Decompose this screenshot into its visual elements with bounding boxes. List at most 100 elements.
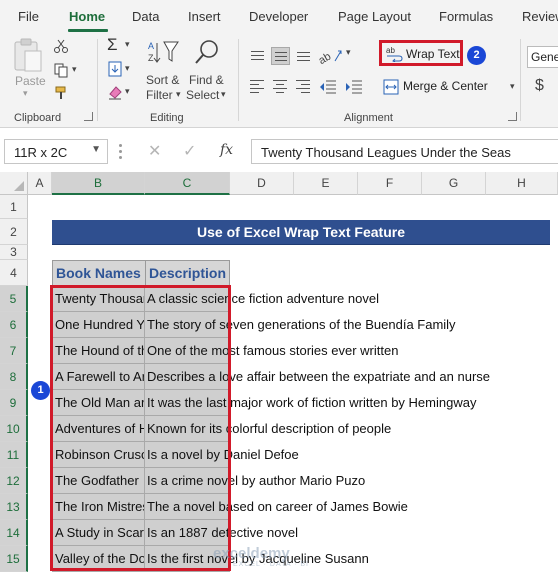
- find-select-icon[interactable]: [193, 38, 221, 66]
- cut-icon[interactable]: [53, 38, 69, 54]
- alignment-launcher-icon[interactable]: [508, 112, 517, 121]
- sort-filter-icon[interactable]: A Z: [148, 39, 180, 65]
- tab-insert[interactable]: Insert: [188, 9, 221, 24]
- header-book-names[interactable]: Book Names: [52, 260, 146, 286]
- align-middle-icon[interactable]: [271, 47, 290, 65]
- row-header-14[interactable]: 14: [0, 520, 28, 546]
- merge-center-dropdown-icon[interactable]: ▾: [510, 81, 515, 92]
- row-header-10[interactable]: 10: [0, 416, 28, 442]
- paste-label[interactable]: Paste: [15, 74, 46, 88]
- align-bottom-icon[interactable]: [294, 47, 313, 65]
- align-left-icon[interactable]: [248, 77, 267, 95]
- column-header-h[interactable]: H: [486, 172, 558, 195]
- tab-page-layout[interactable]: Page Layout: [338, 9, 411, 24]
- wrap-text-label: Wrap Text: [406, 47, 460, 61]
- tab-formulas[interactable]: Formulas: [439, 9, 493, 24]
- column-header-a[interactable]: A: [28, 172, 52, 195]
- column-header-g[interactable]: G: [422, 172, 486, 195]
- paste-dropdown-icon[interactable]: ▾: [23, 88, 28, 99]
- row-header-12[interactable]: 12: [0, 468, 28, 494]
- row-header-9[interactable]: 9: [0, 390, 28, 416]
- row-header-1[interactable]: 1: [0, 195, 28, 219]
- column-header-c[interactable]: C: [145, 172, 230, 195]
- copy-icon[interactable]: [53, 62, 69, 78]
- align-right-icon[interactable]: [294, 77, 313, 95]
- row-header-13[interactable]: 13: [0, 494, 28, 520]
- sort-filter-dropdown-icon[interactable]: ▾: [176, 89, 181, 100]
- row-header-5[interactable]: 5: [0, 286, 28, 312]
- formula-input[interactable]: Twenty Thousand Leagues Under the Seas: [251, 139, 558, 164]
- currency-format-icon[interactable]: $: [535, 77, 544, 95]
- decrease-indent-icon[interactable]: [318, 78, 338, 96]
- tab-data[interactable]: Data: [132, 9, 159, 24]
- row-header-11[interactable]: 11: [0, 442, 28, 468]
- confirm-entry-icon[interactable]: ✓: [183, 141, 196, 161]
- autosum-dropdown-icon[interactable]: ▾: [125, 39, 130, 50]
- column-header-e[interactable]: E: [294, 172, 358, 195]
- column-header-f[interactable]: F: [358, 172, 422, 195]
- find-select-label-1[interactable]: Find &: [189, 73, 224, 87]
- select-all-corner[interactable]: [0, 172, 28, 195]
- name-box[interactable]: 11R x 2C ▼: [4, 139, 108, 164]
- formula-bar-grip-icon[interactable]: [119, 144, 122, 159]
- row-header-7[interactable]: 7: [0, 338, 28, 364]
- tab-file[interactable]: File: [18, 9, 39, 24]
- editing-group-label: Editing: [150, 112, 184, 124]
- svg-text:ab: ab: [386, 46, 395, 55]
- find-select-dropdown-icon[interactable]: ▾: [221, 89, 226, 100]
- row-header-8[interactable]: 8: [0, 364, 28, 390]
- callout-badge-2: 2: [467, 46, 486, 65]
- name-box-value: 11R x 2C: [14, 145, 68, 160]
- sort-filter-label-1[interactable]: Sort &: [146, 73, 179, 87]
- row-header-2[interactable]: 2: [0, 219, 28, 245]
- merge-center-icon: [383, 79, 399, 95]
- name-box-dropdown-icon[interactable]: ▼: [91, 144, 101, 155]
- paste-icon[interactable]: [12, 37, 44, 73]
- cancel-entry-icon[interactable]: ✕: [148, 141, 161, 161]
- ribbon-separator: [97, 39, 98, 121]
- fill-icon[interactable]: [107, 61, 123, 77]
- row-header-15[interactable]: 15: [0, 546, 28, 572]
- sort-filter-label-2[interactable]: Filter: [146, 88, 173, 102]
- column-header-b[interactable]: B: [52, 172, 145, 195]
- insert-function-icon[interactable]: fx: [220, 142, 233, 158]
- active-tab-indicator: [68, 29, 108, 32]
- callout-badge-1: 1: [31, 381, 50, 400]
- clear-icon[interactable]: [107, 84, 123, 100]
- format-painter-icon[interactable]: [53, 85, 69, 101]
- row-header-6[interactable]: 6: [0, 312, 28, 338]
- fill-dropdown-icon[interactable]: ▾: [125, 63, 130, 74]
- clear-dropdown-icon[interactable]: ▾: [125, 86, 130, 97]
- copy-dropdown-icon[interactable]: ▾: [72, 64, 77, 75]
- ribbon: Paste ▾ ▾ Clipboard Σ ▾ ▾ ▾ A Z Sort & F…: [0, 33, 558, 128]
- header-description[interactable]: Description: [145, 260, 230, 286]
- number-format-select[interactable]: General: [527, 46, 558, 68]
- merge-center-label: Merge & Center: [403, 79, 488, 93]
- tab-home[interactable]: Home: [69, 9, 105, 24]
- orientation-icon[interactable]: ab: [318, 45, 344, 65]
- formula-bar: 11R x 2C ▼ ✕ ✓ fx Twenty Thousand League…: [0, 134, 558, 168]
- wrap-text-button[interactable]: ab Wrap Text: [379, 40, 463, 66]
- sheet-title[interactable]: Use of Excel Wrap Text Feature: [52, 220, 550, 245]
- svg-text:A: A: [148, 41, 154, 51]
- clipboard-launcher-icon[interactable]: [84, 112, 93, 121]
- row-header-3[interactable]: 3: [0, 245, 28, 260]
- watermark-tagline: EXCEL · DATA · BI: [233, 561, 309, 568]
- tab-review[interactable]: Review: [522, 9, 558, 24]
- row-header-4[interactable]: 4: [0, 260, 28, 286]
- worksheet-grid[interactable]: A B C D E F G H 1 2 3 4 5 6 7 8 9 10 11 …: [0, 172, 558, 588]
- ribbon-separator: [238, 39, 239, 121]
- find-select-label-2[interactable]: Select: [186, 88, 219, 102]
- orientation-dropdown-icon[interactable]: ▾: [346, 47, 351, 58]
- svg-text:Z: Z: [148, 53, 154, 63]
- align-top-icon[interactable]: [248, 47, 267, 65]
- exceldemy-watermark: exceldemy EXCEL · DATA · BI: [213, 545, 308, 568]
- autosum-icon[interactable]: Σ: [107, 35, 118, 55]
- merge-center-button[interactable]: Merge & Center ▾: [381, 76, 521, 98]
- column-header-d[interactable]: D: [230, 172, 294, 195]
- formula-input-value: Twenty Thousand Leagues Under the Seas: [261, 145, 511, 160]
- tab-developer[interactable]: Developer: [249, 9, 308, 24]
- align-center-icon[interactable]: [271, 77, 290, 95]
- wrap-text-icon: ab: [386, 46, 403, 62]
- increase-indent-icon[interactable]: [344, 78, 364, 96]
